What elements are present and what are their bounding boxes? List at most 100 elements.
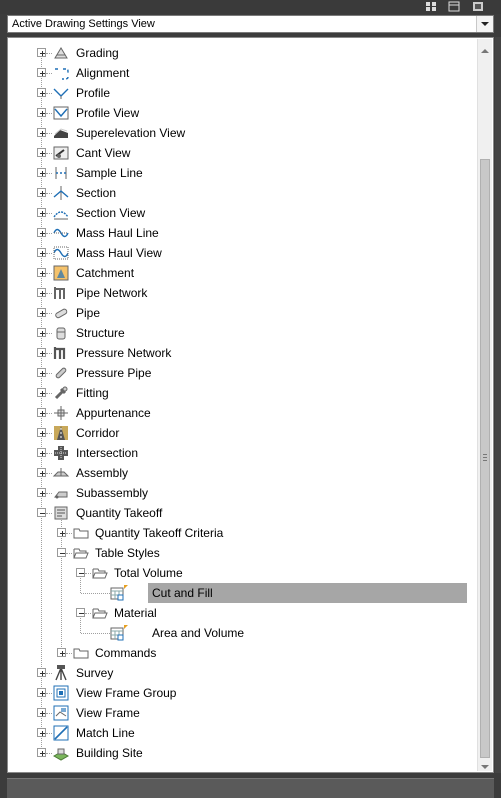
scroll-up-arrow-icon[interactable] [481,43,489,53]
tree-item-label: Pressure Pipe [76,366,152,380]
tree-item-label: Commands [95,646,157,660]
subassembly-icon [52,484,70,502]
tree-item-label: Pipe Network [76,286,148,300]
expand-plus-icon[interactable] [37,248,46,257]
expand-plus-icon[interactable] [37,408,46,417]
expand-plus-icon[interactable] [37,748,46,757]
expand-plus-icon[interactable] [37,208,46,217]
tree-item-match-line[interactable]: Match Line [8,723,478,743]
expand-plus-icon[interactable] [37,328,46,337]
tree-item-section-view[interactable]: Section View [8,203,478,223]
quantity-takeoff-icon [52,504,70,522]
expand-plus-icon[interactable] [37,128,46,137]
expand-plus-icon[interactable] [37,348,46,357]
tree-item-material[interactable]: Material [8,603,478,623]
expand-plus-icon[interactable] [37,448,46,457]
tree-item-quantity-takeoff-criteria[interactable]: Quantity Takeoff Criteria [8,523,478,543]
vertical-scrollbar[interactable] [477,39,492,771]
tree-item-area-and-volume[interactable]: Area and Volume [8,623,478,643]
expand-plus-icon[interactable] [37,288,46,297]
expand-plus-icon[interactable] [37,168,46,177]
expand-plus-icon[interactable] [37,48,46,57]
tree-item-section[interactable]: Section [8,183,478,203]
tree-item-cut-and-fill[interactable]: Cut and Fill [8,583,478,603]
refresh-icon[interactable] [472,1,484,12]
tree-item-survey[interactable]: Survey [8,663,478,683]
tree-item-profile[interactable]: Profile [8,83,478,103]
building-site-icon [52,744,70,762]
tree-item-label: Catchment [76,266,135,280]
view-selector-dropdown[interactable]: Active Drawing Settings View [7,15,494,33]
tree-item-building-site[interactable]: Building Site [8,743,478,763]
tree-item-profile-view[interactable]: Profile View [8,103,478,123]
expand-plus-icon[interactable] [37,188,46,197]
tree-item-label: Building Site [76,746,143,760]
tree-item-cant-view[interactable]: Cant View [8,143,478,163]
scroll-down-arrow-icon[interactable] [481,759,489,769]
tree-item-sample-line[interactable]: Sample Line [8,163,478,183]
tree-item-pipe[interactable]: Pipe [8,303,478,323]
tree-item-mass-haul-line[interactable]: Mass Haul Line [8,223,478,243]
chevron-down-icon[interactable] [476,16,493,32]
expand-plus-icon[interactable] [37,468,46,477]
tree-item-view-frame[interactable]: View Frame [8,703,478,723]
expand-plus-icon[interactable] [37,148,46,157]
expand-plus-icon[interactable] [57,528,66,537]
tree-item-pressure-network[interactable]: Pressure Network [8,343,478,363]
expand-plus-icon[interactable] [37,708,46,717]
tree-item-label: Table Styles [95,546,160,560]
tree-item-commands[interactable]: Commands [8,643,478,663]
expand-plus-icon[interactable] [37,728,46,737]
collapse-minus-icon[interactable] [76,568,85,577]
tree-item-quantity-takeoff[interactable]: Quantity Takeoff [8,503,478,523]
tree-item-table-styles[interactable]: Table Styles [8,543,478,563]
tree-item-grading[interactable]: Grading [8,43,478,63]
tree-item-corridor[interactable]: Corridor [8,423,478,443]
expand-plus-icon[interactable] [37,488,46,497]
tree-item-label: Total Volume [114,566,183,580]
expand-plus-icon[interactable] [37,668,46,677]
collapse-minus-icon[interactable] [37,508,46,517]
expand-plus-icon[interactable] [37,108,46,117]
table-style-icon [110,584,128,602]
expand-plus-icon[interactable] [37,428,46,437]
collapse-minus-icon[interactable] [57,548,66,557]
tree-item-total-volume[interactable]: Total Volume [8,563,478,583]
tree-item-pressure-pipe[interactable]: Pressure Pipe [8,363,478,383]
folder-open-icon [72,544,90,562]
pressure-network-icon [52,344,70,362]
tree-view-icon[interactable] [425,1,437,12]
tree-item-intersection[interactable]: Intersection [8,443,478,463]
tree-item-label: Pressure Network [76,346,172,360]
tree-item-label: Match Line [76,726,135,740]
tree-item-alignment[interactable]: Alignment [8,63,478,83]
expand-plus-icon[interactable] [57,648,66,657]
tree-item-mass-haul-view[interactable]: Mass Haul View [8,243,478,263]
tree-item-view-frame-group[interactable]: View Frame Group [8,683,478,703]
expand-plus-icon[interactable] [37,88,46,97]
folder-open-icon [91,564,109,582]
expand-plus-icon[interactable] [37,368,46,377]
scroll-thumb[interactable] [480,159,490,758]
expand-plus-icon[interactable] [37,688,46,697]
expand-plus-icon[interactable] [37,268,46,277]
tree-item-label: View Frame Group [76,686,177,700]
tree-item-label: Profile [76,86,111,100]
tree-item-structure[interactable]: Structure [8,323,478,343]
expand-plus-icon[interactable] [37,228,46,237]
expand-plus-icon[interactable] [37,68,46,77]
tree-item-catchment[interactable]: Catchment [8,263,478,283]
mass-haul-view-icon [52,244,70,262]
expand-plus-icon[interactable] [37,388,46,397]
expand-plus-icon[interactable] [37,308,46,317]
tree-item-assembly[interactable]: Assembly [8,463,478,483]
tree-item-pipe-network[interactable]: Pipe Network [8,283,478,303]
pipe-icon [52,304,70,322]
tree-item-appurtenance[interactable]: Appurtenance [8,403,478,423]
tree-item-label: Structure [76,326,125,340]
tree-item-fitting[interactable]: Fitting [8,383,478,403]
list-view-icon[interactable] [448,1,460,12]
tree-item-subassembly[interactable]: Subassembly [8,483,478,503]
tree-item-superelevation-view[interactable]: Superelevation View [8,123,478,143]
collapse-minus-icon[interactable] [76,608,85,617]
